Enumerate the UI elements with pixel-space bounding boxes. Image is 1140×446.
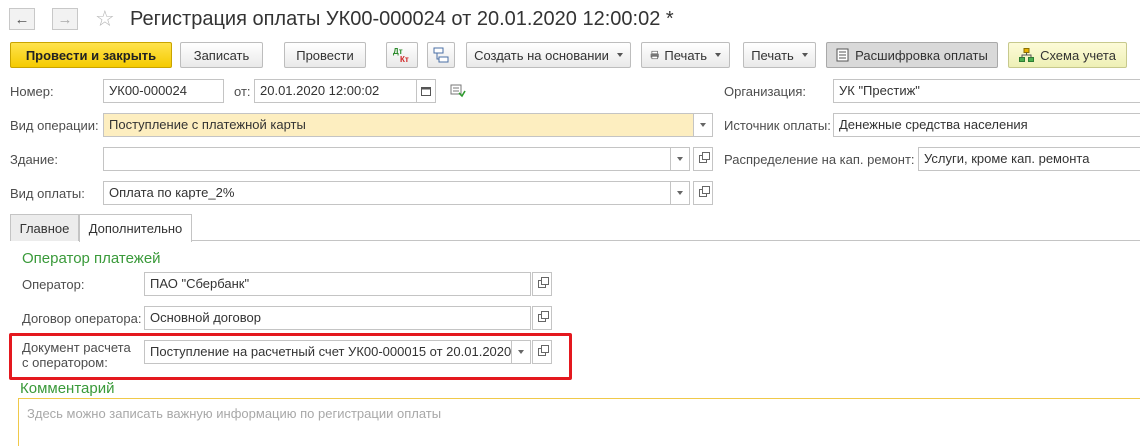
- contract-label: Договор оператора:: [22, 311, 142, 326]
- payment-source-field[interactable]: Денежные средства населения: [833, 113, 1140, 137]
- open-icon: [538, 311, 549, 322]
- tab-additional[interactable]: Дополнительно: [79, 214, 192, 242]
- structure-button[interactable]: [427, 42, 455, 68]
- calendar-button[interactable]: [416, 79, 436, 103]
- operation-type-field[interactable]: Поступление с платежной карты: [103, 113, 694, 137]
- printer-icon: [650, 50, 659, 60]
- date-label: от:: [234, 84, 251, 99]
- decode-payment-label: Расшифровка оплаты: [855, 47, 988, 63]
- window-title: Регистрация оплаты УК00-000024 от 20.01.…: [130, 8, 674, 30]
- number-settings-icon[interactable]: [450, 84, 466, 101]
- operator-label: Оператор:: [22, 277, 85, 292]
- accounting-scheme-button[interactable]: Схема учета: [1008, 42, 1127, 68]
- highlight-frame: [9, 333, 572, 380]
- print-label-1: Печать: [664, 47, 707, 63]
- document-icon: [836, 48, 849, 62]
- open-icon: [699, 186, 710, 197]
- payment-source-label: Источник оплаты:: [724, 118, 831, 133]
- chevron-down-icon: [616, 53, 623, 57]
- post-and-close-button[interactable]: Провести и закрыть: [10, 42, 172, 68]
- create-based-on-dropdown[interactable]: Создать на основании: [466, 42, 631, 68]
- chevron-down-icon: [715, 53, 721, 57]
- tab-main[interactable]: Главное: [10, 214, 79, 241]
- decode-payment-button[interactable]: Расшифровка оплаты: [826, 42, 998, 68]
- comment-textarea[interactable]: Здесь можно записать важную информацию п…: [18, 398, 1140, 446]
- structure-icon: [433, 47, 449, 63]
- dt-kt-icon: Дт Кт: [393, 47, 409, 64]
- calendar-icon: [421, 87, 431, 96]
- print-label-2: Печать: [751, 47, 794, 63]
- chevron-down-icon: [700, 123, 706, 127]
- date-field[interactable]: 20.01.2020 12:00:02: [254, 79, 417, 103]
- payment-type-dropdown[interactable]: [670, 181, 690, 205]
- chevron-down-icon: [677, 191, 683, 195]
- operation-type-dropdown[interactable]: [693, 113, 713, 137]
- building-open-button[interactable]: [693, 147, 713, 171]
- arrow-right-icon: →: [57, 10, 73, 28]
- contract-open-button[interactable]: [532, 306, 552, 330]
- organization-label: Организация:: [724, 84, 807, 99]
- building-dropdown[interactable]: [670, 147, 690, 171]
- distribution-field[interactable]: Услуги, кроме кап. ремонта: [918, 147, 1140, 171]
- operation-type-label: Вид операции:: [10, 118, 99, 133]
- accounting-scheme-label: Схема учета: [1040, 47, 1116, 63]
- organization-field[interactable]: УК "Престиж": [833, 79, 1140, 103]
- operator-open-button[interactable]: [532, 272, 552, 296]
- scheme-icon: [1019, 48, 1035, 62]
- operator-group-title: Оператор платежей: [22, 250, 161, 267]
- number-label: Номер:: [10, 84, 54, 99]
- print-dropdown-2[interactable]: Печать: [743, 42, 816, 68]
- comment-title: Комментарий: [20, 380, 115, 397]
- open-icon: [538, 277, 549, 288]
- star-icon[interactable]: ☆: [95, 6, 115, 32]
- building-field[interactable]: [103, 147, 671, 171]
- distribution-label: Распределение на кап. ремонт:: [724, 152, 915, 167]
- open-icon: [699, 152, 710, 163]
- payment-type-field[interactable]: Оплата по карте_2%: [103, 181, 671, 205]
- building-label: Здание:: [10, 152, 58, 167]
- save-button[interactable]: Записать: [180, 42, 263, 68]
- chevron-down-icon: [677, 157, 683, 161]
- chevron-down-icon: [801, 53, 808, 57]
- operator-field[interactable]: ПАО "Сбербанк": [144, 272, 531, 296]
- number-field[interactable]: УК00-000024: [103, 79, 224, 103]
- dt-kt-button[interactable]: Дт Кт: [386, 42, 418, 68]
- svg-text:Кт: Кт: [400, 55, 409, 64]
- print-dropdown-1[interactable]: Печать: [641, 42, 730, 68]
- create-based-label: Создать на основании: [474, 47, 609, 63]
- payment-type-open-button[interactable]: [693, 181, 713, 205]
- post-button[interactable]: Провести: [284, 42, 366, 68]
- payment-type-label: Вид оплаты:: [10, 186, 85, 201]
- forward-button[interactable]: →: [52, 8, 78, 30]
- arrow-left-icon: ←: [14, 10, 30, 28]
- contract-field[interactable]: Основной договор: [144, 306, 531, 330]
- back-button[interactable]: ←: [9, 8, 35, 30]
